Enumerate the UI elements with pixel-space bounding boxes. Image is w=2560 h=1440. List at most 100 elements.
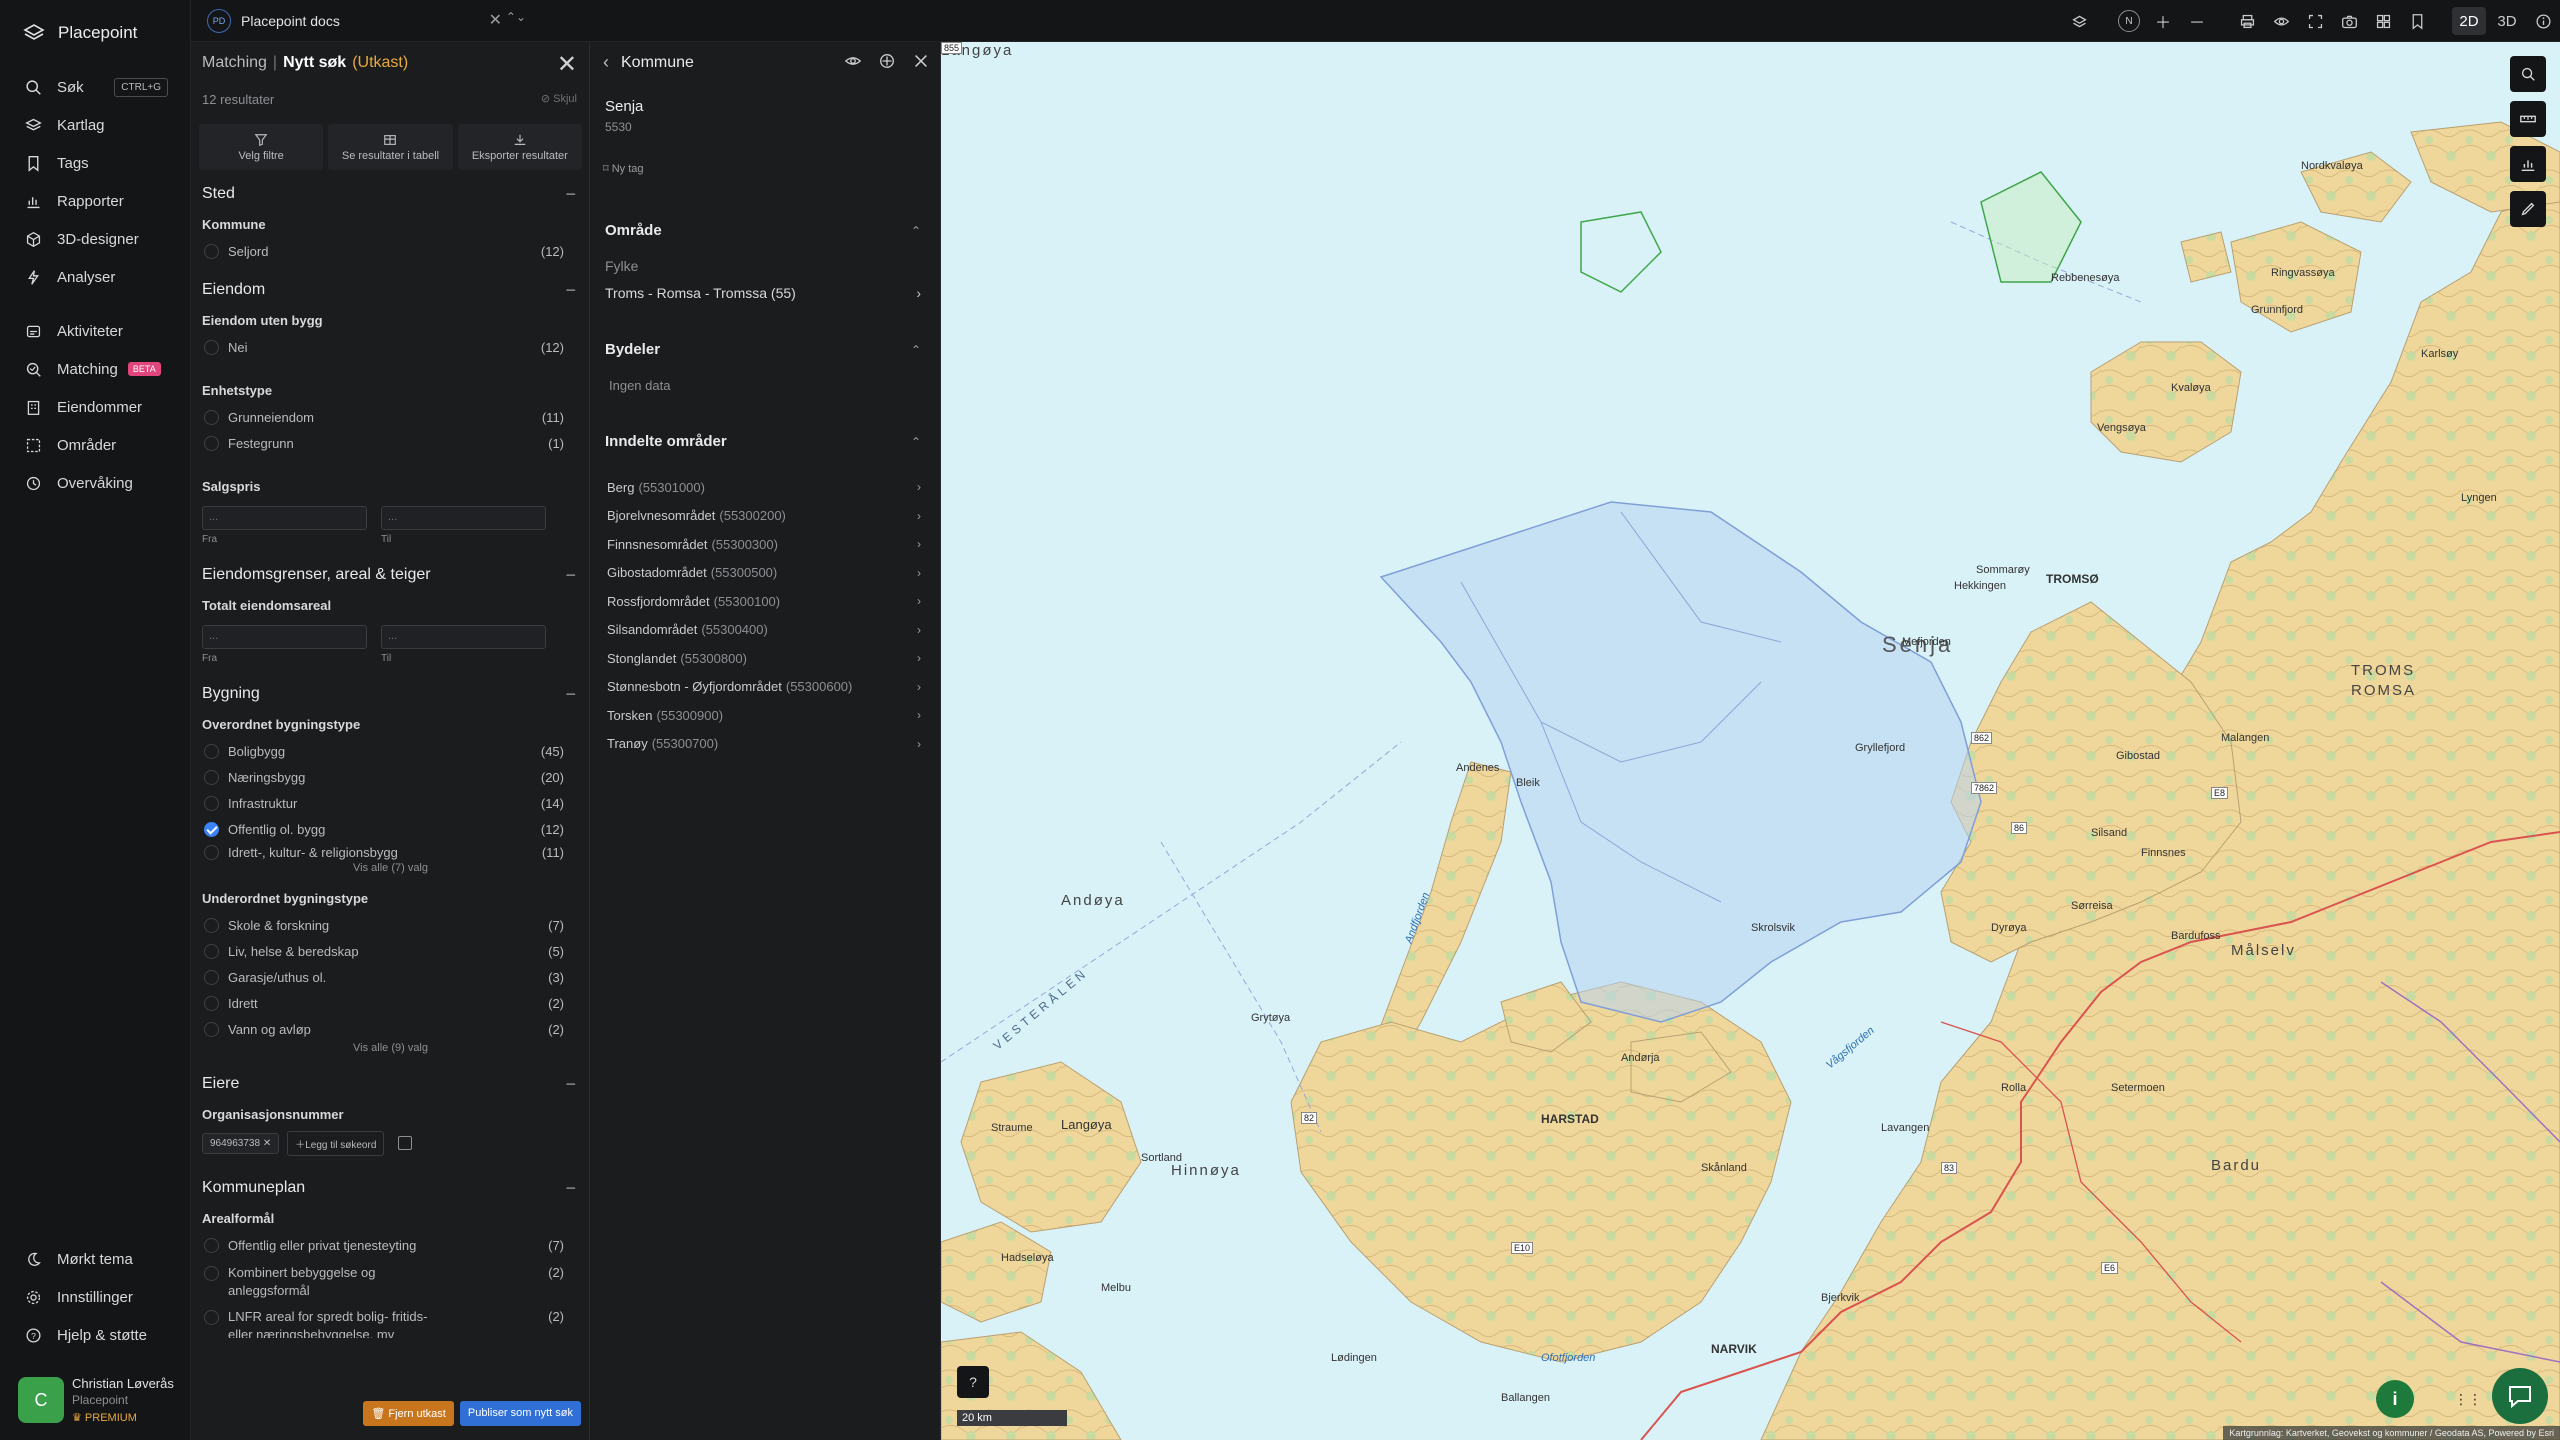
map-help-button[interactable]: ? bbox=[957, 1366, 989, 1398]
document-selector[interactable]: PD Placepoint docs ✕ ⌃⌄ bbox=[207, 6, 542, 36]
breadcrumb-matching[interactable]: Matching bbox=[202, 54, 267, 71]
nav-item-sok[interactable]: Søk CTRL+G bbox=[0, 68, 190, 106]
option-skole[interactable]: Skole & forskning (7) bbox=[191, 912, 590, 938]
zoom-out-button[interactable]: － bbox=[2180, 0, 2214, 42]
list-item[interactable]: Bjorelvnesområdet (55300200) › bbox=[607, 502, 921, 531]
collapse-icon[interactable]: − bbox=[565, 1074, 576, 1095]
checkbox[interactable] bbox=[204, 844, 219, 860]
nav-item-help[interactable]: ? Hjelp & støtte bbox=[0, 1316, 190, 1354]
grid-button[interactable] bbox=[2366, 0, 2400, 42]
section-inndelte[interactable]: Inndelte områder ⌃ bbox=[605, 433, 921, 450]
areal-to-input[interactable]: ... bbox=[381, 625, 546, 649]
option-nei[interactable]: Nei (12) bbox=[191, 334, 590, 360]
salgspris-from-input[interactable]: ... bbox=[202, 506, 367, 530]
remove-draft-button[interactable]: 🗑 Fjern utkast bbox=[363, 1401, 454, 1426]
hide-toggle[interactable]: ⊘ Skjul bbox=[541, 92, 577, 105]
nav-item-tags[interactable]: Tags bbox=[0, 144, 190, 182]
option-grunneiendom[interactable]: Grunneiendom (11) bbox=[191, 404, 590, 430]
checkbox[interactable] bbox=[204, 339, 219, 355]
option-seljord[interactable]: Seljord (12) bbox=[191, 238, 590, 264]
section-bygning[interactable]: Bygning − bbox=[191, 678, 590, 710]
option-offentlig-bygg[interactable]: Offentlig ol. bygg (12) bbox=[191, 816, 590, 842]
option-liv-helse[interactable]: Liv, helse & beredskap (5) bbox=[191, 938, 590, 964]
list-item[interactable]: Stonglandet (55300800) › bbox=[607, 644, 921, 673]
choose-filters-button[interactable]: Velg filtre bbox=[199, 124, 324, 170]
close-filter-icon[interactable]: ✕ bbox=[557, 50, 577, 79]
section-bydeler[interactable]: Bydeler ⌃ bbox=[605, 341, 921, 358]
map-tool-search-layer[interactable] bbox=[2510, 56, 2546, 92]
salgspris-to-input[interactable]: ... bbox=[381, 506, 546, 530]
checkbox[interactable] bbox=[204, 435, 219, 451]
list-item[interactable]: Gibostadområdet (55300500) › bbox=[607, 559, 921, 588]
close-doc-icon[interactable]: ✕ bbox=[489, 10, 502, 30]
orgnr-tag[interactable]: 964963738 ✕ bbox=[202, 1132, 280, 1154]
eye-icon[interactable] bbox=[844, 52, 862, 70]
option-lnfr[interactable]: LNFR areal for spredt bolig- fritids- el… bbox=[191, 1302, 590, 1338]
checkbox[interactable] bbox=[204, 795, 219, 811]
remove-tag-icon[interactable]: ✕ bbox=[263, 1138, 271, 1149]
nav-item-rapporter[interactable]: Rapporter bbox=[0, 182, 190, 220]
bookmark-button[interactable] bbox=[2400, 0, 2434, 42]
list-item[interactable]: Finnsnesområdet (55300300) › bbox=[607, 530, 921, 559]
option-boligbygg[interactable]: Boligbygg (45) bbox=[191, 738, 590, 764]
zoom-in-button[interactable]: ＋ bbox=[2146, 0, 2180, 42]
checkbox[interactable] bbox=[204, 409, 219, 425]
map-canvas[interactable]: Senja TROMS ROMSA VESTERÅLEN Andøya Hinn… bbox=[941, 42, 2560, 1440]
mode-2d-button[interactable]: 2D bbox=[2452, 7, 2486, 35]
nav-item-dark-theme[interactable]: Mørkt tema bbox=[0, 1240, 190, 1278]
option-vann-avlop[interactable]: Vann og avløp (2) bbox=[191, 1016, 590, 1042]
map-tool-draw[interactable] bbox=[2510, 191, 2546, 227]
checkbox[interactable] bbox=[204, 243, 219, 259]
close-icon[interactable] bbox=[912, 52, 930, 70]
fylke-link[interactable]: Troms - Romsa - Tromssa (55) › bbox=[605, 285, 921, 301]
nav-item-aktiviteter[interactable]: Aktiviteter bbox=[0, 312, 190, 350]
nav-item-kartlag[interactable]: Kartlag bbox=[0, 106, 190, 144]
collapse-icon[interactable]: − bbox=[565, 565, 576, 586]
list-item[interactable]: Rossfjordområdet (55300100) › bbox=[607, 587, 921, 616]
option-naeringsbygg[interactable]: Næringsbygg (20) bbox=[191, 764, 590, 790]
publish-search-button[interactable]: Publiser som nytt søk bbox=[459, 1401, 581, 1426]
option-offentlig-tjenesteyting[interactable]: Offentlig eller privat tjenesteyting (7) bbox=[191, 1232, 590, 1258]
option-kombinert-bebyggelse[interactable]: Kombinert bebyggelse og anleggsformål (2) bbox=[191, 1258, 590, 1302]
print-button[interactable] bbox=[2230, 0, 2264, 42]
option-idrett[interactable]: Idrett (2) bbox=[191, 990, 590, 1016]
drag-handle-icon[interactable]: ⋮⋮ bbox=[2454, 1391, 2482, 1408]
back-icon[interactable]: ‹ bbox=[603, 52, 609, 73]
list-item[interactable]: Silsandområdet (55300400) › bbox=[607, 616, 921, 645]
checkbox[interactable] bbox=[204, 1237, 219, 1253]
checkbox[interactable] bbox=[204, 1021, 219, 1037]
nav-item-matching[interactable]: Matching BETA bbox=[0, 350, 190, 388]
nav-item-omrader[interactable]: Områder bbox=[0, 426, 190, 464]
map-tool-measure[interactable] bbox=[2510, 101, 2546, 137]
chevron-up-icon[interactable]: ⌃ bbox=[911, 343, 921, 357]
nav-item-eiendommer[interactable]: Eiendommer bbox=[0, 388, 190, 426]
map-info-button[interactable]: i bbox=[2376, 1380, 2414, 1418]
nav-item-analyser[interactable]: Analyser bbox=[0, 258, 190, 296]
view-all-overordnet[interactable]: Vis alle (7) valg bbox=[191, 862, 590, 878]
areal-from-input[interactable]: ... bbox=[202, 625, 367, 649]
info-button[interactable] bbox=[2526, 0, 2560, 42]
option-garasje[interactable]: Garasje/uthus ol. (3) bbox=[191, 964, 590, 990]
option-infrastruktur[interactable]: Infrastruktur (14) bbox=[191, 790, 590, 816]
view-table-button[interactable]: Se resultater i tabell bbox=[328, 124, 453, 170]
section-eiendomsgrenser[interactable]: Eiendomsgrenser, areal & teiger − bbox=[191, 559, 590, 591]
copy-icon[interactable] bbox=[398, 1136, 413, 1150]
section-kommuneplan[interactable]: Kommuneplan − bbox=[191, 1172, 590, 1204]
option-idrett-kultur[interactable]: Idrett-, kultur- & religionsbygg (11) bbox=[191, 842, 590, 862]
checkbox[interactable] bbox=[204, 1266, 219, 1281]
mode-3d-button[interactable]: 3D bbox=[2490, 7, 2524, 35]
new-tag-button[interactable]: ⌑ Ny tag bbox=[603, 162, 644, 175]
section-eiendom[interactable]: Eiendom − bbox=[191, 274, 590, 306]
export-results-button[interactable]: Eksporter resultater bbox=[457, 124, 582, 170]
checkbox[interactable] bbox=[204, 995, 219, 1011]
collapse-icon[interactable]: − bbox=[565, 280, 576, 301]
checkbox[interactable] bbox=[204, 943, 219, 959]
checkbox[interactable] bbox=[204, 917, 219, 933]
list-item[interactable]: Tranøy (55300700) › bbox=[607, 730, 921, 759]
collapse-icon[interactable]: − bbox=[565, 184, 576, 205]
chevron-up-icon[interactable]: ⌃ bbox=[911, 224, 921, 238]
list-item[interactable]: Berg (55301000) › bbox=[607, 473, 921, 502]
nav-item-settings[interactable]: Innstillinger bbox=[0, 1278, 190, 1316]
checkbox[interactable] bbox=[204, 969, 219, 985]
list-item[interactable]: Torsken (55300900) › bbox=[607, 701, 921, 730]
